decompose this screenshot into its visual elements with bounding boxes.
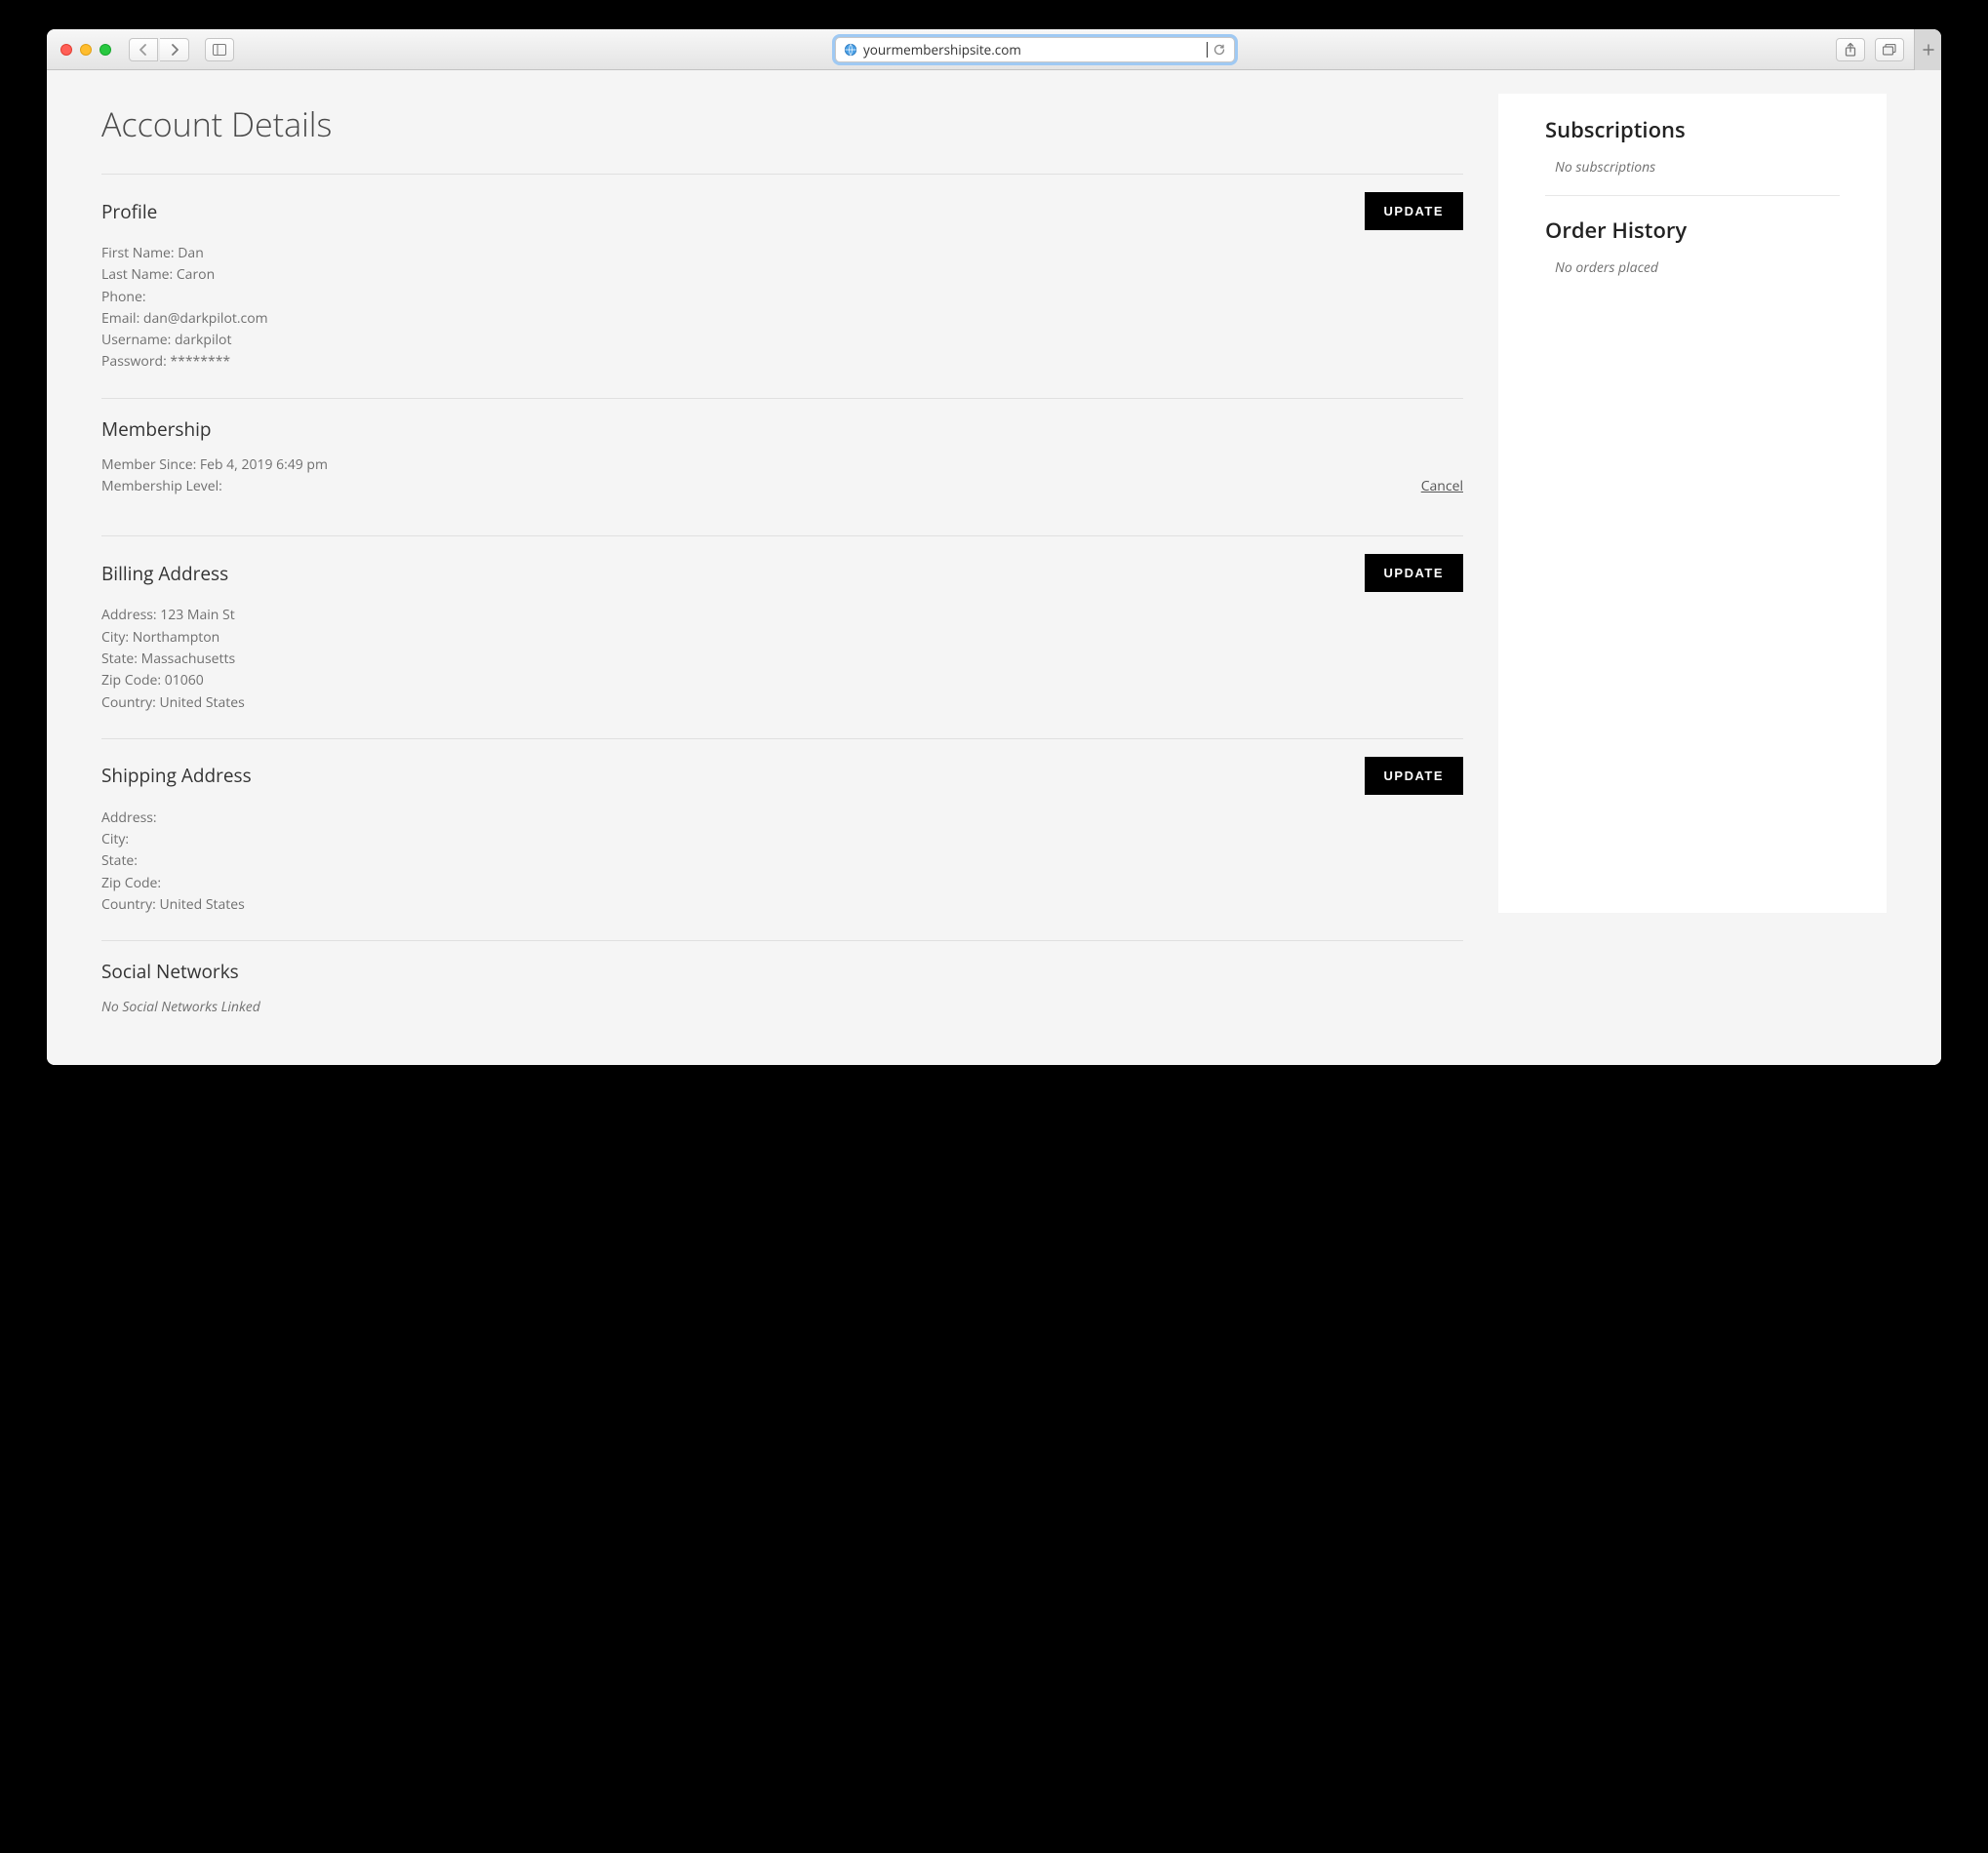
profile-fields: First Name: Dan Last Name: Caron Phone: … bbox=[101, 244, 1463, 373]
shipping-address-label: Address: bbox=[101, 808, 157, 827]
back-button[interactable] bbox=[129, 38, 158, 61]
billing-zip-label: Zip Code: bbox=[101, 671, 161, 690]
last-name-label: Last Name: bbox=[101, 265, 173, 284]
billing-title: Billing Address bbox=[101, 561, 228, 586]
profile-update-button[interactable]: UPDATE bbox=[1365, 192, 1463, 230]
address-bar-wrap: yourmembershipsite.com bbox=[242, 37, 1828, 62]
email-label: Email: bbox=[101, 309, 139, 328]
main-column: Account Details Profile UPDATE First Nam… bbox=[101, 94, 1463, 1036]
orders-empty: No orders placed bbox=[1545, 258, 1840, 278]
billing-city-label: City: bbox=[101, 628, 129, 647]
username-value: darkpilot bbox=[175, 331, 231, 349]
membership-fields: Member Since: Feb 4, 2019 6:49 pm Member… bbox=[101, 455, 1463, 497]
window-controls bbox=[60, 44, 111, 56]
chevron-left-icon bbox=[139, 44, 148, 56]
share-button[interactable] bbox=[1836, 38, 1865, 61]
billing-header: Billing Address UPDATE bbox=[101, 554, 1463, 592]
shipping-update-button[interactable]: UPDATE bbox=[1365, 757, 1463, 795]
shipping-city-label: City: bbox=[101, 830, 129, 848]
first-name-label: First Name: bbox=[101, 244, 175, 262]
phone-label: Phone: bbox=[101, 288, 146, 306]
shipping-country-label: Country: bbox=[101, 895, 156, 914]
social-empty: No Social Networks Linked bbox=[101, 998, 1463, 1017]
toolbar-right bbox=[1836, 38, 1931, 61]
sidebar-icon bbox=[213, 44, 226, 56]
maximize-icon[interactable] bbox=[99, 44, 111, 56]
password-label: Password: bbox=[101, 352, 167, 371]
divider bbox=[101, 940, 1463, 941]
password-value: ******** bbox=[170, 352, 230, 371]
address-bar[interactable]: yourmembershipsite.com bbox=[835, 37, 1235, 62]
billing-country-label: Country: bbox=[101, 693, 156, 712]
shipping-country-value: United States bbox=[159, 895, 244, 914]
username-label: Username: bbox=[101, 331, 171, 349]
first-name-value: Dan bbox=[178, 244, 204, 262]
email-value: dan@darkpilot.com bbox=[143, 309, 268, 328]
divider bbox=[1545, 195, 1840, 196]
billing-zip-value: 01060 bbox=[165, 671, 204, 690]
shipping-state-label: State: bbox=[101, 851, 138, 870]
minimize-icon[interactable] bbox=[80, 44, 92, 56]
divider bbox=[101, 174, 1463, 175]
billing-country-value: United States bbox=[159, 693, 244, 712]
url-text: yourmembershipsite.com bbox=[863, 41, 1207, 59]
member-since-value: Feb 4, 2019 6:49 pm bbox=[200, 455, 328, 474]
last-name-value: Caron bbox=[177, 265, 215, 284]
page-title: Account Details bbox=[101, 101, 1463, 146]
membership-cancel-link[interactable]: Cancel bbox=[1421, 477, 1463, 495]
globe-icon bbox=[844, 43, 857, 57]
membership-title: Membership bbox=[101, 416, 212, 442]
reload-icon[interactable] bbox=[1213, 43, 1226, 57]
new-tab-button[interactable] bbox=[1914, 29, 1941, 70]
billing-address-label: Address: bbox=[101, 606, 157, 624]
divider bbox=[101, 535, 1463, 536]
close-icon[interactable] bbox=[60, 44, 72, 56]
share-icon bbox=[1845, 43, 1856, 57]
divider bbox=[101, 738, 1463, 739]
billing-city-value: Northampton bbox=[133, 628, 220, 647]
shipping-header: Shipping Address UPDATE bbox=[101, 757, 1463, 795]
membership-header: Membership bbox=[101, 416, 1463, 442]
billing-state-value: Massachusetts bbox=[141, 650, 236, 668]
divider bbox=[101, 398, 1463, 399]
subscriptions-title: Subscriptions bbox=[1545, 115, 1840, 144]
chevron-right-icon bbox=[170, 44, 179, 56]
shipping-title: Shipping Address bbox=[101, 763, 252, 788]
profile-title: Profile bbox=[101, 199, 157, 224]
membership-level-label: Membership Level: bbox=[101, 477, 222, 495]
side-column: Subscriptions No subscriptions Order His… bbox=[1498, 94, 1887, 913]
sidebar-button[interactable] bbox=[205, 38, 234, 61]
browser-toolbar: yourmembershipsite.com bbox=[47, 29, 1941, 70]
page-content: Account Details Profile UPDATE First Nam… bbox=[47, 70, 1941, 1065]
orders-title: Order History bbox=[1545, 216, 1840, 245]
billing-update-button[interactable]: UPDATE bbox=[1365, 554, 1463, 592]
social-title: Social Networks bbox=[101, 959, 1463, 984]
member-since-label: Member Since: bbox=[101, 455, 196, 474]
billing-fields: Address: 123 Main St City: Northampton S… bbox=[101, 606, 1463, 712]
billing-state-label: State: bbox=[101, 650, 138, 668]
forward-button[interactable] bbox=[160, 38, 189, 61]
tabs-icon bbox=[1883, 44, 1896, 56]
shipping-zip-label: Zip Code: bbox=[101, 874, 161, 892]
plus-icon bbox=[1922, 43, 1935, 57]
shipping-fields: Address: City: State: Zip Code: Country:… bbox=[101, 808, 1463, 915]
subscriptions-empty: No subscriptions bbox=[1545, 158, 1840, 177]
billing-address-value: 123 Main St bbox=[160, 606, 234, 624]
profile-header: Profile UPDATE bbox=[101, 192, 1463, 230]
browser-window: yourmembershipsite.com bbox=[47, 29, 1941, 1065]
tabs-button[interactable] bbox=[1875, 38, 1904, 61]
nav-buttons bbox=[129, 38, 189, 61]
